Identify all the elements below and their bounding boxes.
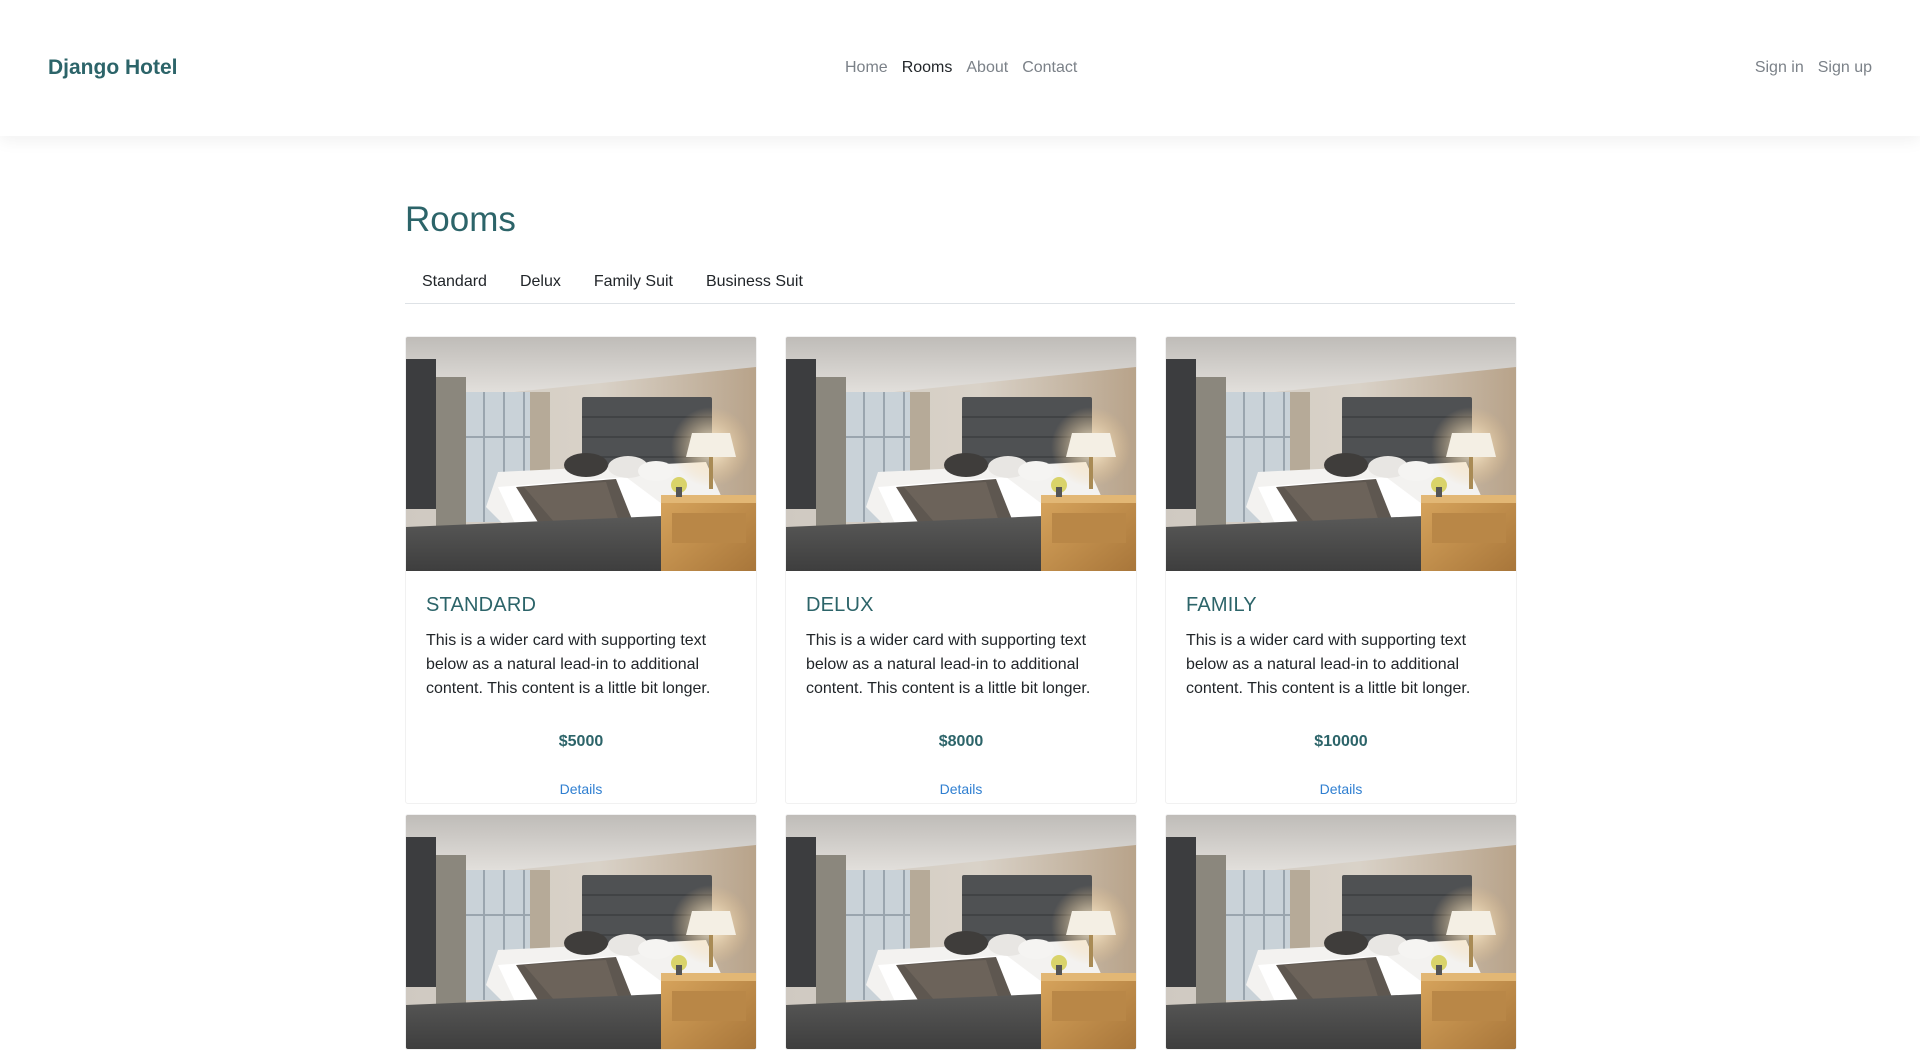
- tab-family-suit[interactable]: Family Suit: [577, 272, 689, 303]
- room-description: This is a wider card with supporting tex…: [426, 632, 711, 697]
- main-nav: Home Rooms About Contact: [845, 58, 1084, 78]
- room-image: [1166, 337, 1516, 571]
- room-image: [786, 815, 1136, 1049]
- room-image: [406, 815, 756, 1049]
- details-link[interactable]: Details: [1186, 781, 1496, 803]
- nav-home[interactable]: Home: [845, 58, 895, 78]
- room-type-tabs: Standard Delux Family Suit Business Suit: [405, 272, 1515, 304]
- room-card-standard: STANDARD This is a wider card with suppo…: [405, 336, 757, 804]
- room-card-row2-3: [1165, 814, 1517, 1050]
- room-card-row2-2: [785, 814, 1137, 1050]
- page-title: Rooms: [405, 200, 516, 239]
- sign-in-link[interactable]: Sign in: [1748, 58, 1811, 78]
- nav-contact[interactable]: Contact: [1015, 58, 1084, 78]
- room-card-row2-1: [405, 814, 757, 1050]
- room-image: [786, 337, 1136, 571]
- room-title: FAMILY: [1186, 594, 1257, 616]
- room-price: $5000: [558, 733, 604, 750]
- room-card-delux: DELUX This is a wider card with supporti…: [785, 336, 1137, 804]
- room-price: $8000: [938, 733, 984, 750]
- auth-nav: Sign in Sign up: [1748, 58, 1872, 78]
- room-title: STANDARD: [426, 594, 537, 616]
- nav-rooms[interactable]: Rooms: [895, 58, 960, 78]
- room-description: This is a wider card with supporting tex…: [1186, 632, 1471, 697]
- room-description: This is a wider card with supporting tex…: [806, 632, 1091, 697]
- room-title: DELUX: [806, 594, 874, 616]
- tab-delux[interactable]: Delux: [503, 272, 577, 303]
- details-link[interactable]: Details: [426, 781, 736, 803]
- tab-standard[interactable]: Standard: [405, 272, 503, 303]
- brand-logo[interactable]: Django Hotel: [48, 56, 178, 80]
- top-navbar: Django Hotel Home Rooms About Contact Si…: [0, 0, 1920, 136]
- nav-about[interactable]: About: [959, 58, 1015, 78]
- sign-up-link[interactable]: Sign up: [1811, 58, 1872, 78]
- details-link[interactable]: Details: [806, 781, 1116, 803]
- room-card-family: FAMILY This is a wider card with support…: [1165, 336, 1517, 804]
- room-image: [406, 337, 756, 571]
- room-price: $10000: [1314, 733, 1368, 750]
- tab-business-suit[interactable]: Business Suit: [689, 272, 819, 303]
- room-image: [1166, 815, 1516, 1049]
